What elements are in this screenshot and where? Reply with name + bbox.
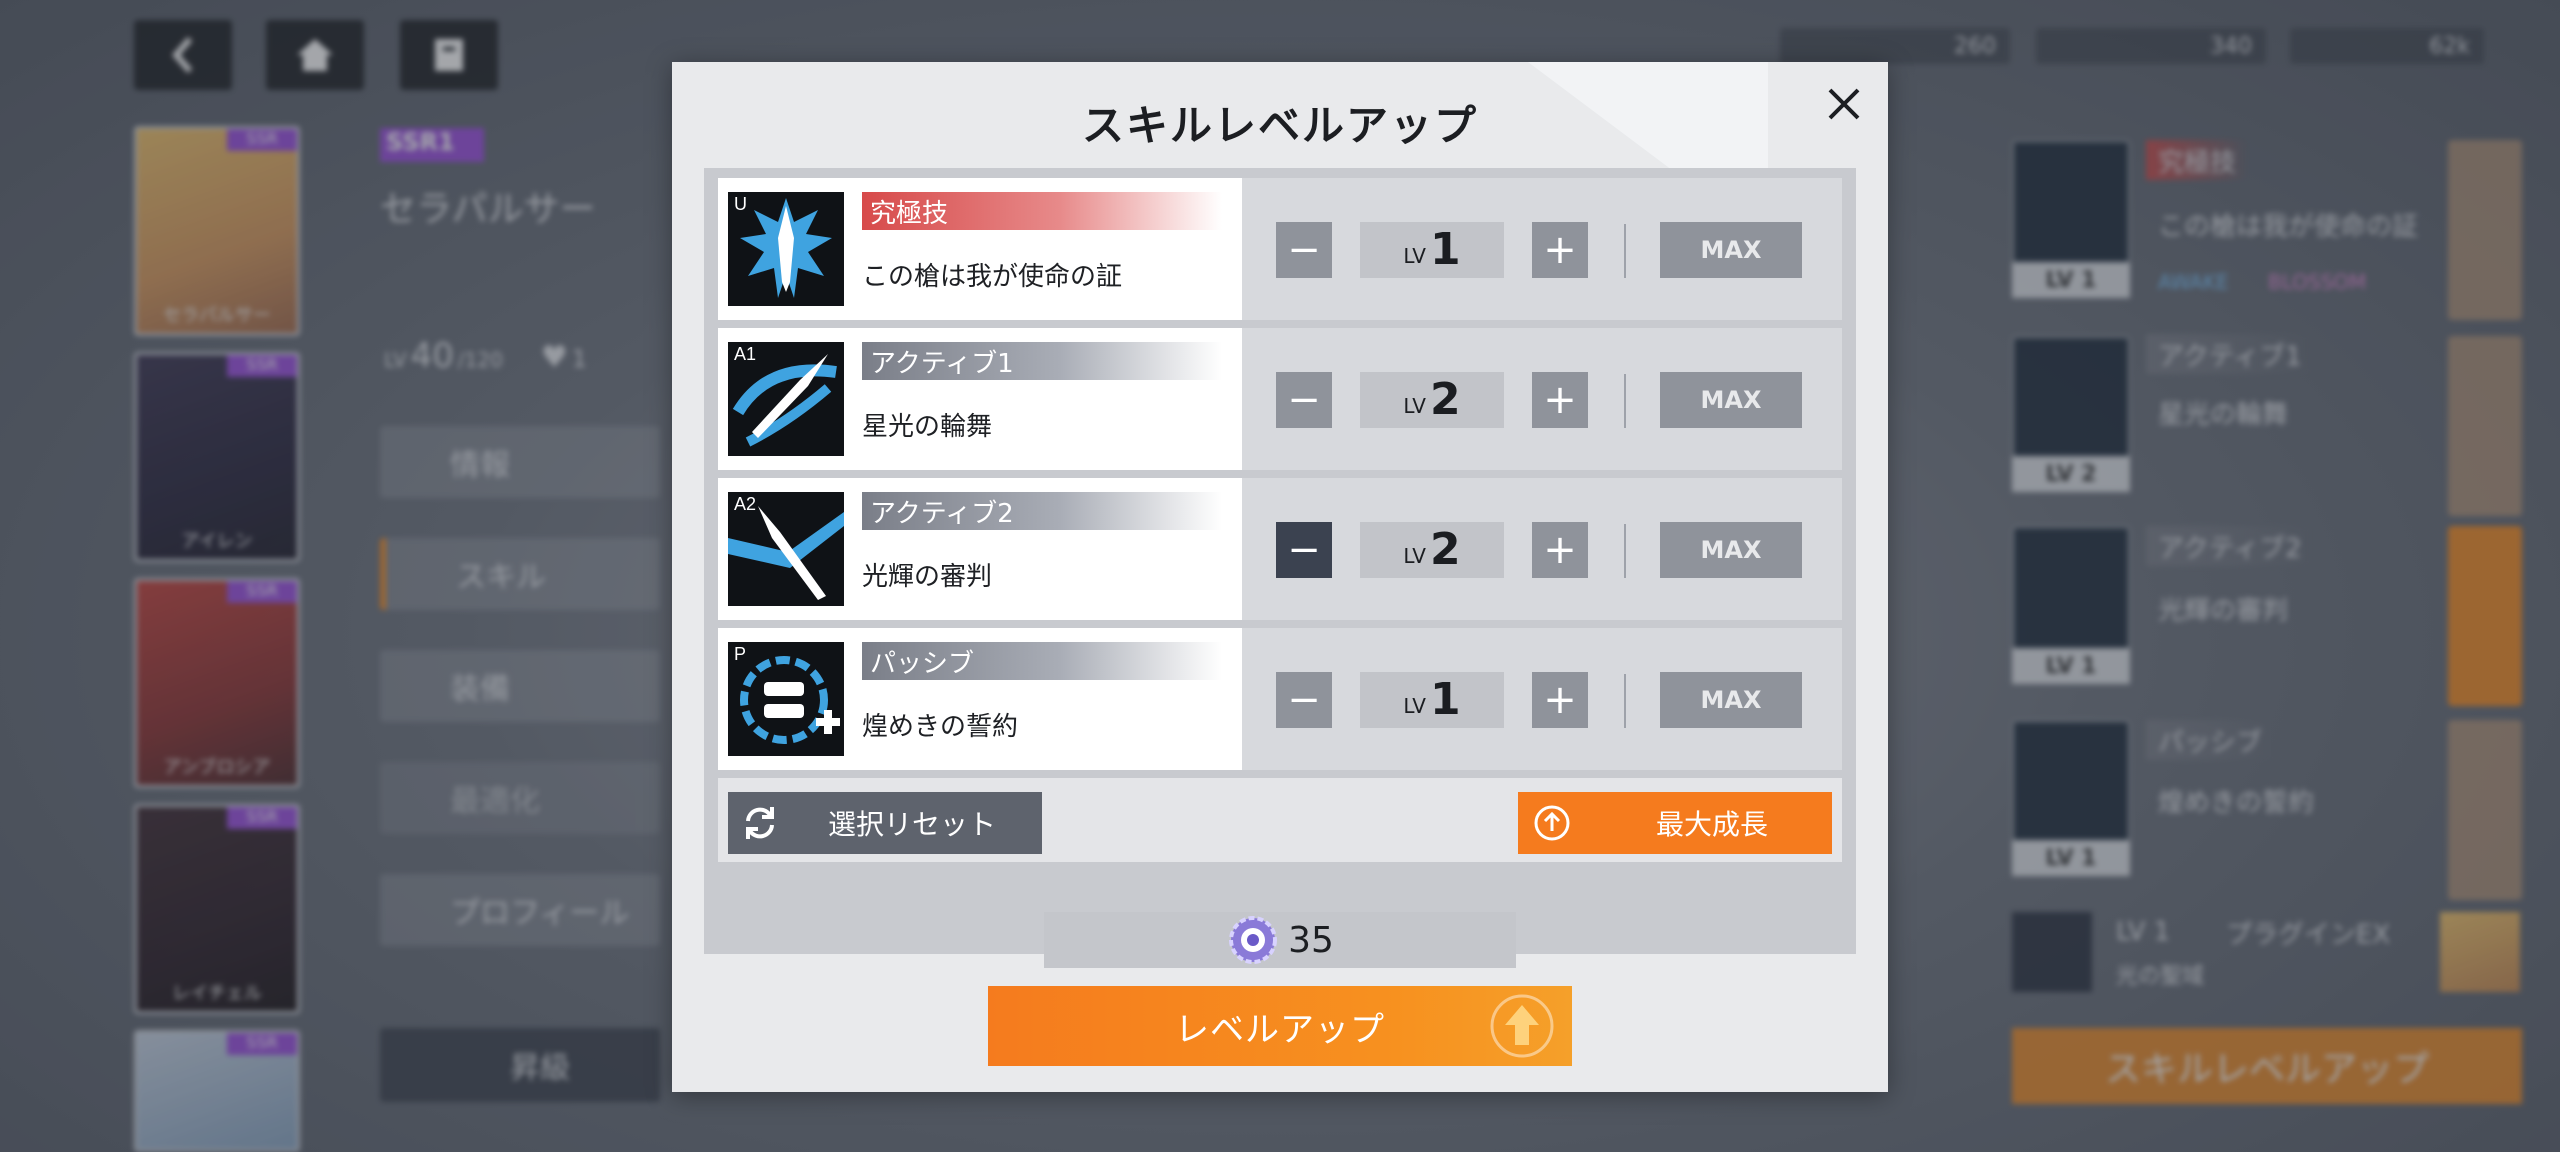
skill-icon: U [728,192,844,306]
skill-info: A1 アクティブ1 星光の輪舞 [718,328,1242,470]
skill-row-passive: P パッシブ 煌めきの誓約 − LV 1 + MAX [718,628,1842,770]
minus-icon: − [1287,527,1321,573]
plus-icon: + [1543,527,1577,573]
level-prefix: LV [1403,394,1426,418]
skill-name: 煌めきの誓約 [862,712,1019,742]
skill-icon: A2 [728,492,844,606]
modal-title: スキルレベルアップ [1081,101,1478,150]
skill-level-controls: − LV 2 + MAX [1242,478,1842,620]
increase-level-button[interactable]: + [1532,372,1588,428]
skill-icon: P [728,642,844,756]
skill-icon-tag: P [734,644,747,664]
plus-icon: + [1543,377,1577,423]
skill-icon-tag: A2 [734,494,757,514]
skill-level-controls: − LV 1 + MAX [1242,628,1842,770]
actions-row: 選択リセット 最大成長 [718,778,1842,862]
skill-icon-tag: A1 [734,344,757,364]
skill-info: A2 アクティブ2 光輝の審判 [718,478,1242,620]
reset-selection-label: 選択リセット [828,808,997,841]
max-level-button[interactable]: MAX [1660,522,1802,578]
level-prefix: LV [1403,694,1426,718]
level-display: LV 2 [1360,522,1504,578]
skill-name: 星光の輪舞 [862,412,993,442]
skill-row-active2: A2 アクティブ2 光輝の審判 − LV 2 + MAX [718,478,1842,620]
minus-icon: − [1287,677,1321,723]
skill-icon-tag: U [734,194,747,214]
level-value: 1 [1430,224,1461,275]
divider [1624,374,1626,428]
divider [1624,224,1626,278]
divider [1624,524,1626,578]
plus-icon: + [1543,677,1577,723]
close-icon [1828,88,1860,120]
refresh-icon [746,807,774,839]
max-growth-button[interactable]: 最大成長 [1518,792,1832,854]
level-display: LV 2 [1360,372,1504,428]
level-display: LV 1 [1360,222,1504,278]
max-level-button[interactable]: MAX [1660,372,1802,428]
skill-type: アクティブ1 [862,342,1222,380]
increase-level-button[interactable]: + [1532,222,1588,278]
max-growth-label: 最大成長 [1656,808,1769,841]
skill-row-active1: A1 アクティブ1 星光の輪舞 − LV 2 + MAX [718,328,1842,470]
skill-type: アクティブ2 [862,492,1222,530]
skills-panel: U 究極技 この槍は我が使命の証 − LV 1 + MAX A1 アクティブ1 … [704,168,1856,954]
arrow-up-icon [1472,986,1572,1066]
skill-info: P パッシブ 煌めきの誓約 [718,628,1242,770]
plus-icon: + [1543,227,1577,273]
decrease-level-button[interactable]: − [1276,372,1332,428]
skill-name: この槍は我が使命の証 [862,262,1123,292]
max-level-button[interactable]: MAX [1660,672,1802,728]
skill-levelup-modal: スキルレベルアップ U 究極技 この槍は我が使命の証 − LV 1 + MAX … [672,62,1888,1092]
level-value: 2 [1430,524,1461,575]
skill-level-controls: − LV 2 + MAX [1242,328,1842,470]
increase-level-button[interactable]: + [1532,522,1588,578]
level-display: LV 1 [1360,672,1504,728]
level-prefix: LV [1403,544,1426,568]
level-prefix: LV [1403,244,1426,268]
skill-level-controls: − LV 1 + MAX [1242,178,1842,320]
close-button[interactable] [1814,74,1874,134]
levelup-label: レベルアップ [1175,1009,1385,1050]
max-level-button[interactable]: MAX [1660,222,1802,278]
levelup-button[interactable]: レベルアップ [988,986,1572,1066]
upgrade-arrow-icon [1534,805,1570,841]
decrease-level-button[interactable]: − [1276,672,1332,728]
minus-icon: − [1287,377,1321,423]
skill-type: 究極技 [862,192,1222,230]
increase-level-button[interactable]: + [1532,672,1588,728]
cost-value: 35 [1288,919,1334,961]
skill-material-icon [1229,916,1278,964]
skill-name: 光輝の審判 [862,562,993,592]
cost-display: 35 [1044,912,1516,968]
level-value: 1 [1430,674,1461,725]
minus-icon: − [1287,227,1321,273]
skill-type: パッシブ [862,642,1222,680]
divider [1624,674,1626,728]
skill-icon: A1 [728,342,844,456]
skill-row-ultimate: U 究極技 この槍は我が使命の証 − LV 1 + MAX [718,178,1842,320]
skill-info: U 究極技 この槍は我が使命の証 [718,178,1242,320]
level-value: 2 [1430,374,1461,425]
reset-selection-button[interactable]: 選択リセット [728,792,1042,854]
decrease-level-button[interactable]: − [1276,522,1332,578]
decrease-level-button[interactable]: − [1276,222,1332,278]
